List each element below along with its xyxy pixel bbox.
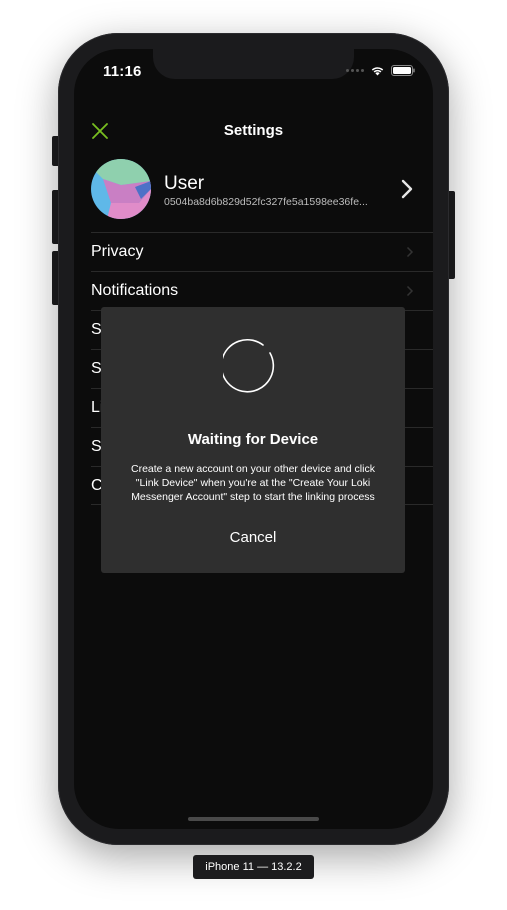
home-indicator[interactable] — [188, 817, 319, 821]
settings-item-label: Notifications — [91, 282, 179, 299]
avatar — [91, 159, 151, 219]
profile-name: User — [164, 173, 205, 194]
chevron-right-icon — [401, 179, 413, 199]
battery-icon — [391, 65, 415, 76]
settings-item-label: Privacy — [91, 243, 144, 260]
simulator-stage: 11:16 Settings User 0504ba8d6b829d52fc32… — [0, 0, 507, 910]
navigation-bar: Settings — [74, 109, 433, 153]
screen: 11:16 Settings User 0504ba8d6b829d52fc32… — [74, 49, 433, 829]
wifi-icon — [371, 67, 384, 76]
device-frame: 11:16 Settings User 0504ba8d6b829d52fc32… — [58, 33, 449, 845]
notch — [153, 49, 354, 79]
status-icons — [346, 65, 415, 76]
profile-id: 0504ba8d6b829d52fc327fe5a1598ee36fe... — [164, 196, 368, 208]
device-label: iPhone 11 — 13.2.2 — [193, 855, 314, 879]
settings-item-privacy[interactable]: Privacy — [91, 232, 433, 271]
settings-item-notifications[interactable]: Notifications — [91, 271, 433, 310]
chevron-right-icon — [406, 285, 414, 297]
signal-icon — [346, 69, 364, 72]
loading-spinner-icon — [223, 338, 275, 393]
modal-title: Waiting for Device — [187, 431, 319, 448]
page-title: Settings — [223, 122, 284, 139]
status-time: 11:16 — [103, 63, 142, 80]
chevron-right-icon — [406, 246, 414, 258]
cancel-button[interactable]: Cancel — [101, 529, 405, 546]
modal-message: Create a new account on your other devic… — [131, 463, 375, 503]
profile-row[interactable]: User 0504ba8d6b829d52fc327fe5a1598ee36fe… — [91, 159, 433, 233]
link-device-modal: Waiting for Device Create a new account … — [101, 307, 405, 573]
